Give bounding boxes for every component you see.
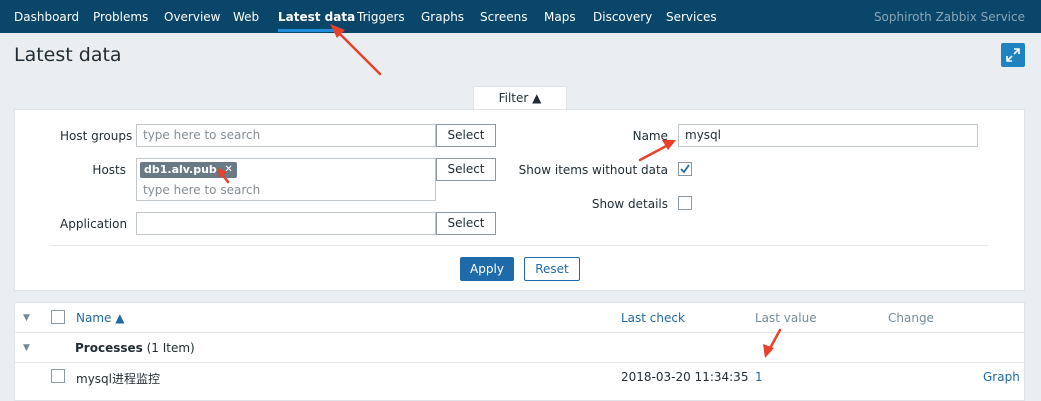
application-select-button[interactable]: Select bbox=[436, 212, 496, 235]
collapse-all-icon[interactable]: ▼ bbox=[23, 313, 30, 323]
header-divider bbox=[15, 332, 1024, 333]
group-collapse-icon[interactable]: ▼ bbox=[23, 343, 30, 353]
application-group-row: Processes (1 Item) bbox=[75, 341, 195, 355]
item-last-check: 2018-03-20 11:34:35 bbox=[621, 370, 749, 384]
show-details-checkbox[interactable] bbox=[678, 196, 692, 210]
host-tag-label: db1.alv.pub bbox=[144, 163, 217, 176]
column-header-change: Change bbox=[888, 311, 934, 325]
active-tab-indicator bbox=[278, 29, 337, 32]
nav-item-discovery[interactable]: Discovery bbox=[593, 0, 652, 33]
hosts-multiselect[interactable]: db1.alv.pub ✕ type here to search bbox=[136, 158, 436, 201]
host-groups-select-button[interactable]: Select bbox=[436, 124, 496, 147]
application-input[interactable] bbox=[136, 212, 436, 235]
item-name[interactable]: mysql进程监控 bbox=[76, 370, 160, 387]
nav-item-maps[interactable]: Maps bbox=[544, 0, 576, 33]
graph-link[interactable]: Graph bbox=[983, 370, 1020, 384]
remove-tag-icon[interactable]: ✕ bbox=[224, 162, 232, 178]
column-header-last-check[interactable]: Last check bbox=[621, 311, 685, 325]
show-items-without-data-label: Show items without data bbox=[518, 163, 668, 177]
group-name: Processes bbox=[75, 341, 143, 355]
nav-item-triggers[interactable]: Triggers bbox=[357, 0, 405, 33]
row-checkbox[interactable] bbox=[51, 369, 65, 383]
fullscreen-icon bbox=[1006, 48, 1020, 62]
group-count: (1 Item) bbox=[146, 341, 195, 355]
host-tag: db1.alv.pub ✕ bbox=[140, 162, 237, 178]
row-divider bbox=[15, 362, 1024, 363]
hosts-select-button[interactable]: Select bbox=[436, 158, 496, 181]
arrow-latest-data bbox=[334, 28, 382, 76]
apply-button[interactable]: Apply bbox=[460, 257, 514, 281]
hosts-label: Hosts bbox=[92, 163, 126, 177]
nav-item-screens[interactable]: Screens bbox=[480, 0, 528, 33]
column-header-last-value: Last value bbox=[755, 311, 817, 325]
nav-item-overview[interactable]: Overview bbox=[164, 0, 221, 33]
select-all-checkbox[interactable] bbox=[51, 310, 65, 324]
column-header-name[interactable]: Name ▲ bbox=[76, 311, 124, 325]
filter-toggle-tab[interactable]: Filter ▲ bbox=[473, 86, 567, 110]
server-name: Sophiroth Zabbix Service bbox=[873, 10, 1025, 24]
nav-item-graphs[interactable]: Graphs bbox=[421, 0, 464, 33]
nav-item-services[interactable]: Services bbox=[666, 0, 717, 33]
nav-item-dashboard[interactable]: Dashboard bbox=[14, 0, 79, 33]
host-groups-input[interactable]: type here to search bbox=[136, 124, 436, 147]
name-label: Name bbox=[632, 129, 668, 143]
hosts-search-placeholder[interactable]: type here to search bbox=[143, 183, 260, 197]
filter-divider bbox=[50, 245, 988, 246]
fullscreen-button[interactable] bbox=[1001, 43, 1025, 67]
show-items-without-data-checkbox[interactable] bbox=[678, 162, 692, 176]
nav-item-web[interactable]: Web bbox=[233, 0, 259, 33]
reset-button[interactable]: Reset bbox=[524, 257, 580, 281]
show-details-label: Show details bbox=[591, 197, 668, 211]
top-navigation: Dashboard Problems Overview Web Latest d… bbox=[0, 0, 1041, 33]
host-groups-label: Host groups bbox=[60, 129, 133, 143]
checkmark-icon bbox=[680, 164, 690, 174]
latest-data-table: ▼ Name ▲ Last check Last value Change ▼ … bbox=[14, 302, 1025, 401]
application-label: Application bbox=[60, 217, 128, 231]
page-title: Latest data bbox=[14, 44, 122, 66]
nav-item-problems[interactable]: Problems bbox=[93, 0, 148, 33]
item-last-value: 1 bbox=[755, 370, 763, 384]
name-input[interactable]: mysql bbox=[678, 124, 978, 147]
